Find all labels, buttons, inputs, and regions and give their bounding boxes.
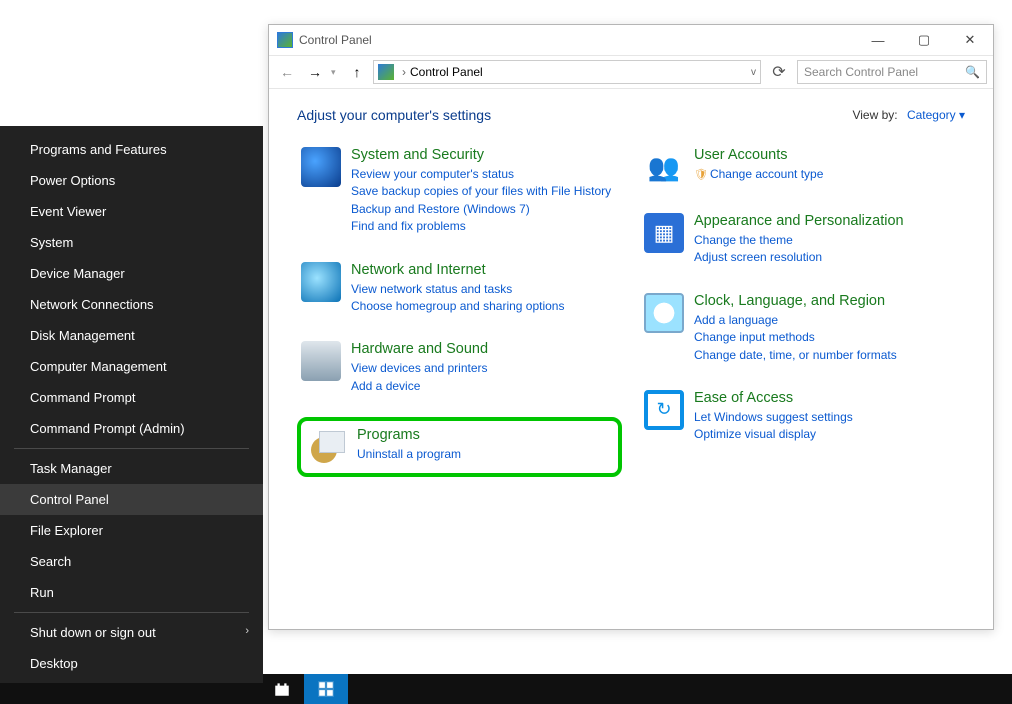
clock-icon	[644, 293, 684, 333]
category-link[interactable]: Add a language	[694, 312, 961, 329]
menu-separator	[14, 612, 249, 613]
net-icon	[301, 262, 341, 302]
address-bar: ← → ▾ ↑ › Control Panel v ⟳ Search Contr…	[269, 55, 993, 89]
nav-back-button[interactable]: ←	[275, 60, 299, 84]
category-title[interactable]: Clock, Language, and Region	[694, 293, 961, 309]
context-menu-item[interactable]: Network Connections	[0, 289, 263, 320]
context-menu-item[interactable]: Power Options	[0, 165, 263, 196]
page-heading: Adjust your computer's settings	[297, 107, 852, 123]
refresh-button[interactable]: ⟳	[765, 60, 793, 84]
category-clock: Clock, Language, and Region Add a languag…	[640, 289, 965, 370]
nav-forward-button[interactable]: →	[303, 60, 327, 84]
viewby-label: View by:	[852, 108, 897, 122]
search-input[interactable]: Search Control Panel 🔍	[797, 60, 987, 84]
minimize-button[interactable]: —	[855, 25, 901, 55]
category-link[interactable]: Find and fix problems	[351, 218, 618, 235]
breadcrumb-segment[interactable]: Control Panel	[410, 65, 483, 79]
user-icon	[644, 147, 684, 187]
context-menu-item[interactable]: Desktop	[0, 648, 263, 679]
context-menu-item[interactable]: Device Manager	[0, 258, 263, 289]
ease-icon	[644, 390, 684, 430]
category-appear: Appearance and Personalization Change the…	[640, 209, 965, 273]
appear-icon	[644, 213, 684, 253]
context-menu-item[interactable]: File Explorer	[0, 515, 263, 546]
search-icon: 🔍	[965, 65, 980, 79]
category-link[interactable]: Change input methods	[694, 329, 961, 346]
category-user: User Accounts 🛡Change account type	[640, 143, 965, 193]
category-net: Network and Internet View network status …	[297, 258, 622, 322]
category-title[interactable]: Ease of Access	[694, 390, 961, 406]
uac-shield-icon: 🛡	[694, 169, 708, 181]
category-shield: System and Security Review your computer'…	[297, 143, 622, 242]
category-link[interactable]: Uninstall a program	[357, 446, 612, 463]
category-link[interactable]: Add a device	[351, 378, 618, 395]
context-menu-item[interactable]: Command Prompt (Admin)	[0, 413, 263, 444]
taskbar-control-panel-icon[interactable]	[304, 674, 348, 704]
winx-context-menu: Programs and FeaturesPower OptionsEvent …	[0, 126, 263, 683]
category-link[interactable]: Change the theme	[694, 232, 961, 249]
category-link[interactable]: View network status and tasks	[351, 281, 618, 298]
nav-up-button[interactable]: ↑	[345, 60, 369, 84]
category-title[interactable]: System and Security	[351, 147, 618, 163]
hw-icon	[301, 341, 341, 381]
window-title: Control Panel	[299, 33, 372, 47]
taskbar-store-icon[interactable]	[260, 674, 304, 704]
context-menu-item[interactable]: Search	[0, 546, 263, 577]
shield-icon	[301, 147, 341, 187]
context-menu-item[interactable]: Control Panel	[0, 484, 263, 515]
context-menu-item[interactable]: Task Manager	[0, 453, 263, 484]
category-link[interactable]: View devices and printers	[351, 360, 618, 377]
category-link[interactable]: Adjust screen resolution	[694, 249, 961, 266]
prog-icon	[307, 427, 347, 467]
context-menu-item[interactable]: Event Viewer	[0, 196, 263, 227]
category-title[interactable]: User Accounts	[694, 147, 961, 163]
maximize-button[interactable]: ▢	[901, 25, 947, 55]
category-title[interactable]: Network and Internet	[351, 262, 618, 278]
context-menu-item[interactable]: System	[0, 227, 263, 258]
context-menu-item[interactable]: Run	[0, 577, 263, 608]
control-panel-window: Control Panel — ▢ ✕ ← → ▾ ↑ › Control Pa…	[268, 24, 994, 630]
menu-separator	[14, 448, 249, 449]
category-title[interactable]: Appearance and Personalization	[694, 213, 961, 229]
category-link[interactable]: Change date, time, or number formats	[694, 347, 961, 364]
category-link[interactable]: 🛡Change account type	[694, 166, 961, 184]
category-hw: Hardware and Sound View devices and print…	[297, 337, 622, 401]
control-panel-icon	[378, 64, 394, 80]
titlebar: Control Panel — ▢ ✕	[269, 25, 993, 55]
category-link[interactable]: Choose homegroup and sharing options	[351, 298, 618, 315]
viewby-value: Category	[907, 108, 956, 122]
category-ease: Ease of Access Let Windows suggest settin…	[640, 386, 965, 450]
context-menu-item[interactable]: Computer Management	[0, 351, 263, 382]
category-link[interactable]: Optimize visual display	[694, 426, 961, 443]
context-menu-item[interactable]: Programs and Features	[0, 134, 263, 165]
category-link[interactable]: Let Windows suggest settings	[694, 409, 961, 426]
category-title[interactable]: Programs	[357, 427, 612, 443]
category-link[interactable]: Backup and Restore (Windows 7)	[351, 201, 618, 218]
category-link[interactable]: Save backup copies of your files with Fi…	[351, 183, 618, 200]
viewby-selector[interactable]: View by: Category ▾	[852, 108, 965, 122]
control-panel-body: Adjust your computer's settings View by:…	[269, 89, 993, 629]
control-panel-icon	[277, 32, 293, 48]
context-menu-item[interactable]: Disk Management	[0, 320, 263, 351]
category-prog: Programs Uninstall a program	[297, 417, 622, 477]
breadcrumb-separator: ›	[402, 65, 406, 79]
breadcrumb-bar[interactable]: › Control Panel v	[373, 60, 761, 84]
nav-recent-dropdown[interactable]: ▾	[331, 67, 341, 78]
close-button[interactable]: ✕	[947, 25, 993, 55]
category-link[interactable]: Review your computer's status	[351, 166, 618, 183]
search-placeholder-text: Search Control Panel	[804, 65, 918, 79]
chevron-right-icon: ›	[245, 625, 249, 637]
context-menu-item[interactable]: Command Prompt	[0, 382, 263, 413]
context-menu-item[interactable]: Shut down or sign out›	[0, 617, 263, 648]
chevron-down-icon[interactable]: v	[751, 67, 756, 78]
category-title[interactable]: Hardware and Sound	[351, 341, 618, 357]
